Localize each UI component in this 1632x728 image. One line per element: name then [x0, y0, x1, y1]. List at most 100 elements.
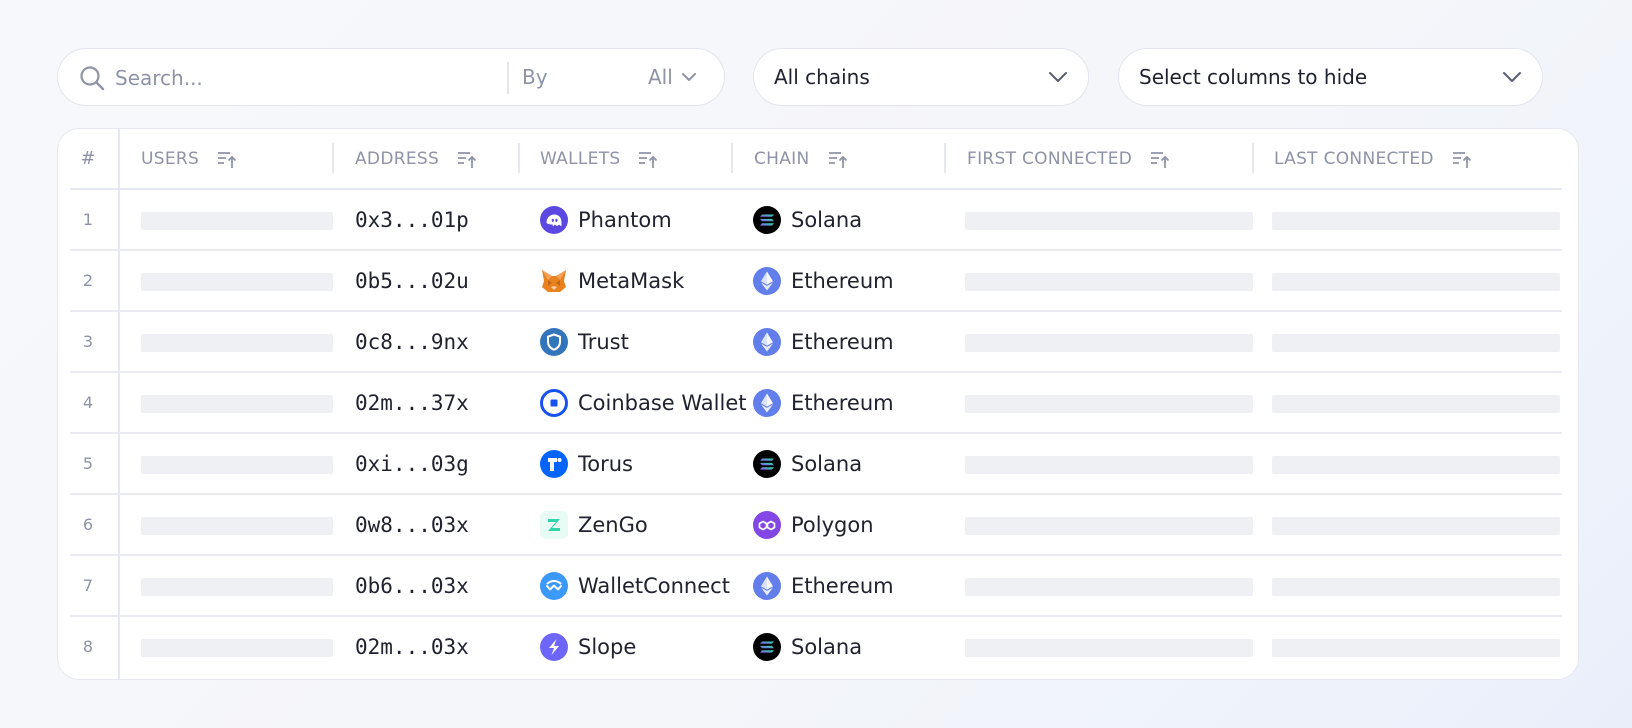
chain-filter-dropdown[interactable]: All chains: [753, 48, 1089, 106]
chain-cell: Ethereum: [753, 312, 894, 371]
header-users-label: USERS: [141, 148, 200, 169]
user-placeholder: [141, 395, 333, 413]
row-number: 2: [82, 271, 94, 290]
dashboard-page: By All All chains Select columns to hide: [0, 0, 1632, 728]
last-connected-placeholder: [1272, 273, 1560, 291]
first-connected-placeholder: [965, 517, 1253, 535]
header-divider: [944, 143, 946, 173]
chain-cell: Solana: [753, 617, 862, 676]
row-number: 5: [82, 454, 94, 473]
phantom-icon: [540, 205, 568, 234]
table-row[interactable]: 4 02m...37x Coinbase Wallet Ethereum: [58, 373, 1578, 434]
first-connected-placeholder: [965, 273, 1253, 291]
chain-name: Ethereum: [791, 268, 894, 293]
address-cell: 0xi...03g: [355, 451, 469, 476]
first-connected-placeholder: [965, 212, 1253, 230]
slope-icon: [540, 632, 568, 661]
metamask-icon: [540, 267, 568, 295]
address-cell: 0b5...02u: [355, 268, 469, 293]
sort-icon[interactable]: [828, 149, 848, 169]
last-connected-placeholder: [1272, 517, 1560, 535]
wallet-cell: Torus: [540, 434, 633, 493]
chain-cell: Ethereum: [753, 556, 894, 615]
chain-filter-value: All chains: [774, 65, 870, 89]
wallet-name: Trust: [578, 329, 629, 354]
walletconnect-icon: [540, 571, 568, 600]
header-wallets[interactable]: WALLETS: [540, 129, 658, 188]
search-by-select[interactable]: All: [648, 65, 697, 89]
address-cell: 02m...37x: [355, 390, 469, 415]
row-number: 7: [82, 576, 94, 595]
last-connected-placeholder: [1272, 212, 1560, 230]
last-connected-placeholder: [1272, 639, 1560, 657]
search-input[interactable]: [115, 63, 495, 93]
header-chain[interactable]: CHAIN: [754, 129, 848, 188]
users-table: # USERS ADDRESS WALLETS CHAIN FIRST CONN…: [57, 128, 1579, 680]
wallet-name: Slope: [578, 634, 637, 659]
row-number: 1: [82, 210, 94, 229]
hide-columns-dropdown[interactable]: Select columns to hide: [1118, 48, 1543, 106]
row-number: 4: [82, 393, 94, 412]
table-row[interactable]: 6 0w8...03x ZenGo Polygon: [58, 495, 1578, 556]
sort-icon[interactable]: [217, 149, 237, 169]
table-header-row: # USERS ADDRESS WALLETS CHAIN FIRST CONN…: [58, 129, 1578, 190]
header-users[interactable]: USERS: [141, 129, 237, 188]
chain-cell: Solana: [753, 434, 862, 493]
wallet-name: Phantom: [578, 207, 672, 232]
table-row[interactable]: 1 0x3...01p Phantom Solana: [58, 190, 1578, 251]
table-row[interactable]: 7 0b6...03x WalletConnect Ethereum: [58, 556, 1578, 617]
first-connected-placeholder: [965, 639, 1253, 657]
wallet-name: ZenGo: [578, 512, 648, 537]
table-row[interactable]: 2 0b5...02u MetaMask Ethereum: [58, 251, 1578, 312]
search-by-value: All: [648, 65, 673, 89]
chain-name: Solana: [791, 634, 863, 659]
zengo-icon: [540, 510, 568, 539]
header-divider: [731, 143, 733, 173]
wallet-name: MetaMask: [578, 268, 685, 293]
wallet-name: Coinbase Wallet: [578, 390, 747, 415]
last-connected-placeholder: [1272, 578, 1560, 596]
header-number: #: [80, 148, 96, 169]
wallet-cell: ZenGo: [540, 495, 648, 554]
ethereum-icon: [753, 571, 781, 600]
row-number: 3: [82, 332, 94, 351]
sort-icon[interactable]: [457, 149, 477, 169]
header-first-connected-label: FIRST CONNECTED: [967, 148, 1133, 169]
trust-icon: [540, 327, 568, 356]
solana-icon: [753, 449, 781, 478]
wallet-cell: MetaMask: [540, 251, 684, 310]
header-first-connected[interactable]: FIRST CONNECTED: [967, 129, 1170, 188]
header-address-label: ADDRESS: [355, 148, 440, 169]
table-row[interactable]: 5 0xi...03g Torus Solana: [58, 434, 1578, 495]
header-divider: [332, 143, 334, 173]
chain-cell: Polygon: [753, 495, 874, 554]
header-chain-label: CHAIN: [754, 148, 810, 169]
address-cell: 0c8...9nx: [355, 329, 469, 354]
address-cell: 0w8...03x: [355, 512, 469, 537]
table-row[interactable]: 8 02m...03x Slope Solana: [58, 617, 1578, 678]
first-connected-placeholder: [965, 395, 1253, 413]
sort-icon[interactable]: [1150, 149, 1170, 169]
ethereum-icon: [753, 388, 781, 417]
wallet-cell: Phantom: [540, 190, 672, 249]
chevron-down-icon: [681, 73, 696, 81]
solana-icon: [753, 632, 781, 661]
header-divider: [1252, 143, 1254, 173]
address-cell: 02m...03x: [355, 634, 469, 659]
chain-cell: Ethereum: [753, 251, 894, 310]
header-address[interactable]: ADDRESS: [355, 129, 477, 188]
address-cell: 0b6...03x: [355, 573, 469, 598]
header-last-connected[interactable]: LAST CONNECTED: [1274, 129, 1472, 188]
solana-icon: [753, 205, 781, 234]
polygon-icon: [753, 510, 781, 539]
chain-name: Solana: [791, 451, 863, 476]
table-row[interactable]: 3 0c8...9nx Trust Ethereum: [58, 312, 1578, 373]
user-placeholder: [141, 334, 333, 352]
last-connected-placeholder: [1272, 456, 1560, 474]
user-placeholder: [141, 578, 333, 596]
wallet-cell: Slope: [540, 617, 636, 676]
chain-name: Ethereum: [791, 329, 894, 354]
sort-icon[interactable]: [1452, 149, 1472, 169]
sort-icon[interactable]: [638, 149, 658, 169]
user-placeholder: [141, 639, 333, 657]
